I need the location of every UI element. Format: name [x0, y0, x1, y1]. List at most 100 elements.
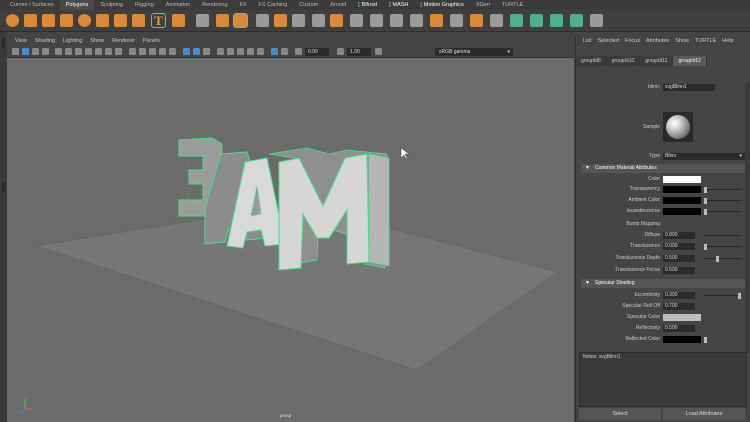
color-swatch[interactable] [663, 197, 701, 204]
bevel-icon[interactable] [350, 14, 363, 27]
connect-icon[interactable] [430, 14, 443, 27]
shelf-tab-arnold[interactable]: Arnold [324, 0, 352, 10]
mirror-icon[interactable] [233, 13, 248, 28]
select-button[interactable]: Select [579, 408, 661, 420]
slider-handle[interactable] [716, 256, 719, 262]
grid-icon[interactable] [55, 48, 62, 55]
camera-uv-icon[interactable] [570, 14, 583, 27]
color-swatch[interactable] [663, 176, 701, 183]
attr-slider[interactable] [704, 295, 742, 296]
material-sample-swatch[interactable] [663, 112, 693, 142]
shelf-tab-mash[interactable]: [ MASH [383, 0, 414, 10]
color-swatch[interactable] [663, 186, 701, 193]
resolution-gate-icon[interactable] [75, 48, 82, 55]
viewport-menu-renderer[interactable]: Renderer [108, 38, 139, 44]
xray-icon[interactable] [193, 48, 200, 55]
exposure-field[interactable]: 0.00 [305, 48, 329, 56]
motion-blur-icon[interactable] [237, 48, 244, 55]
poly-plane-icon[interactable] [96, 14, 109, 27]
type-tool-icon[interactable]: T [151, 13, 166, 28]
section-specular-shading[interactable]: ▼ Specular Shading [581, 279, 746, 288]
extrude-icon[interactable] [330, 14, 343, 27]
slider-handle[interactable] [704, 244, 707, 250]
shelf-tab-animation[interactable]: Animation [160, 0, 196, 10]
tab-groupid12[interactable]: groupId12 [673, 56, 707, 66]
attr-value-field[interactable]: 0.700 [663, 303, 695, 310]
ae-menu-focus[interactable]: Focus [622, 38, 643, 44]
shadows-icon[interactable] [217, 48, 224, 55]
boolean-icon[interactable] [312, 14, 325, 27]
target-weld-icon[interactable] [410, 14, 423, 27]
poly-sphere-icon[interactable] [6, 14, 19, 27]
poly-cube-icon[interactable] [24, 14, 37, 27]
shelf-tab-sculpting[interactable]: Sculpting [94, 0, 129, 10]
load-attributes-button[interactable]: Load Attributes [663, 408, 745, 420]
tab-groupid10[interactable]: groupId10 [606, 56, 641, 66]
default-material-icon[interactable] [149, 48, 156, 55]
screen-space-ao-icon[interactable] [227, 48, 234, 55]
attr-value-field[interactable]: 0.500 [663, 267, 695, 274]
offset-edge-loop-icon[interactable] [470, 14, 483, 27]
poly-platonic-icon[interactable] [132, 14, 145, 27]
isolate-select-icon[interactable] [271, 48, 278, 55]
toolbox-grip[interactable] [2, 182, 5, 192]
shelf-tab-fx-caching[interactable]: FX Caching [253, 0, 294, 10]
viewport-menu-shading[interactable]: Shading [31, 38, 59, 44]
attr-slider[interactable] [704, 189, 742, 190]
toggle-hud-icon[interactable] [281, 48, 288, 55]
color-swatch[interactable] [663, 314, 701, 321]
svg-tool-icon[interactable] [172, 14, 185, 27]
slider-handle[interactable] [738, 293, 741, 299]
exposure-icon[interactable] [295, 48, 302, 55]
film-gate-icon[interactable] [65, 48, 72, 55]
planar-uv-icon[interactable] [530, 14, 543, 27]
gamma-icon[interactable] [337, 48, 344, 55]
shelf-tab-polygons[interactable]: Polygons [59, 0, 95, 10]
shelf-tab-rendering[interactable]: Rendering [196, 0, 233, 10]
use-all-lights-icon[interactable] [169, 48, 176, 55]
slider-handle[interactable] [704, 187, 707, 193]
wireframe-icon[interactable] [129, 48, 136, 55]
image-plane-icon[interactable] [42, 48, 49, 55]
safe-title-icon[interactable] [115, 48, 122, 55]
shelf-tab-bifrost[interactable]: [ Bifrost [352, 0, 383, 10]
ae-menu-turtle[interactable]: TURTLE [692, 38, 719, 44]
attr-slider[interactable] [704, 211, 742, 212]
poly-cylinder-icon[interactable] [42, 14, 55, 27]
shelf-tab-motion-graphics[interactable]: [ Motion Graphics [414, 0, 469, 10]
shelf-tab-fx[interactable]: FX [234, 0, 253, 10]
field-chart-icon[interactable] [95, 48, 102, 55]
retopo-icon[interactable] [292, 14, 305, 27]
fill-hole-icon[interactable] [490, 14, 503, 27]
section-common-material-attributes[interactable]: ▼ Common Material Attributes [581, 164, 746, 173]
gate-mask-icon[interactable] [85, 48, 92, 55]
color-swatch[interactable] [663, 336, 701, 343]
bookmark-icon[interactable] [32, 48, 39, 55]
ae-menu-list[interactable]: List [580, 38, 595, 44]
wireframe-on-shaded-icon[interactable] [183, 48, 190, 55]
combine-icon[interactable] [196, 14, 209, 27]
tab-groupid11[interactable]: groupId11 [640, 56, 674, 66]
multi-cut-icon[interactable] [390, 14, 403, 27]
slider-handle[interactable] [704, 337, 707, 343]
attr-slider[interactable] [704, 235, 742, 236]
ae-menu-show[interactable]: Show [672, 38, 692, 44]
remesh-icon[interactable] [274, 14, 287, 27]
cut-uv-icon[interactable] [590, 14, 603, 27]
poly-torus-icon[interactable] [78, 14, 91, 27]
attr-value-field[interactable]: 0.000 [663, 243, 695, 250]
perspective-viewport[interactable]: persp [7, 58, 574, 422]
smooth-shade-icon[interactable] [139, 48, 146, 55]
auto-uv-icon[interactable] [550, 14, 563, 27]
view-transform-icon[interactable] [375, 48, 382, 55]
toolbox-grip[interactable] [2, 38, 5, 48]
poly-disc-icon[interactable] [114, 14, 127, 27]
attr-slider[interactable] [704, 258, 742, 259]
material-name-field[interactable]: svgBlinn1 [663, 84, 715, 91]
shelf-tab-xgen[interactable]: XGen [470, 0, 496, 10]
insert-edge-loop-icon[interactable] [450, 14, 463, 27]
attribute-editor-scrollbar[interactable] [745, 83, 750, 353]
gamma-field[interactable]: 1.00 [347, 48, 371, 56]
viewport-menu-view[interactable]: View [11, 38, 31, 44]
textured-icon[interactable] [159, 48, 166, 55]
